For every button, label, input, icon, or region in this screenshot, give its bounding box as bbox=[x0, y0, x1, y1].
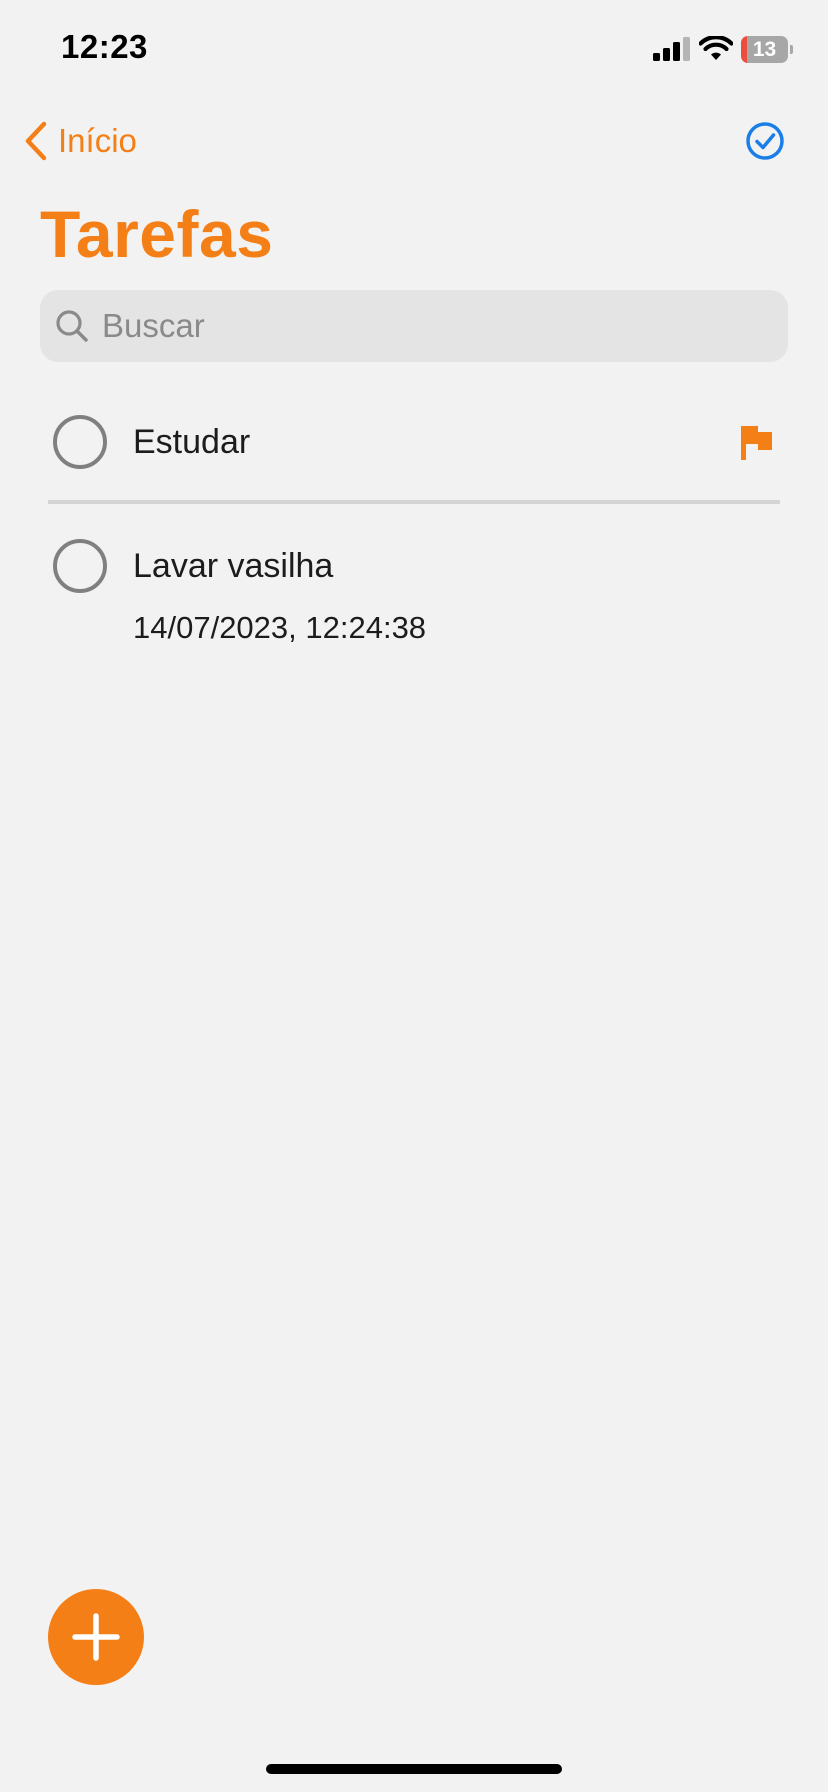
search-bar[interactable] bbox=[40, 290, 788, 362]
battery-level: 13 bbox=[752, 38, 777, 61]
task-complete-toggle[interactable] bbox=[53, 415, 107, 469]
checkmark-circle-icon[interactable] bbox=[745, 121, 785, 161]
task-date: 14/07/2023, 12:24:38 bbox=[133, 610, 427, 645]
back-button[interactable]: Início bbox=[24, 118, 137, 164]
page-title: Tarefas bbox=[40, 197, 274, 271]
divider bbox=[48, 500, 780, 504]
back-label: Início bbox=[58, 122, 137, 159]
task-complete-toggle[interactable] bbox=[53, 539, 107, 593]
plus-icon bbox=[72, 1613, 120, 1661]
magnifying-glass-icon bbox=[56, 310, 88, 342]
status-time: 12:23 bbox=[61, 28, 148, 65]
wifi-icon bbox=[699, 36, 733, 60]
screen: 12:23 13 Início Tarefas Buscar Estudar L… bbox=[0, 0, 828, 1792]
battery-indicator: 13 bbox=[741, 36, 793, 63]
search-input[interactable] bbox=[102, 307, 752, 345]
flag-icon bbox=[741, 426, 772, 460]
add-task-button[interactable] bbox=[48, 1589, 144, 1685]
task-title: Lavar vasilha bbox=[133, 547, 334, 585]
task-title: Estudar bbox=[133, 423, 251, 461]
chevron-left-icon bbox=[25, 121, 47, 161]
home-indicator bbox=[266, 1764, 562, 1774]
cellular-signal-icon bbox=[653, 37, 690, 61]
